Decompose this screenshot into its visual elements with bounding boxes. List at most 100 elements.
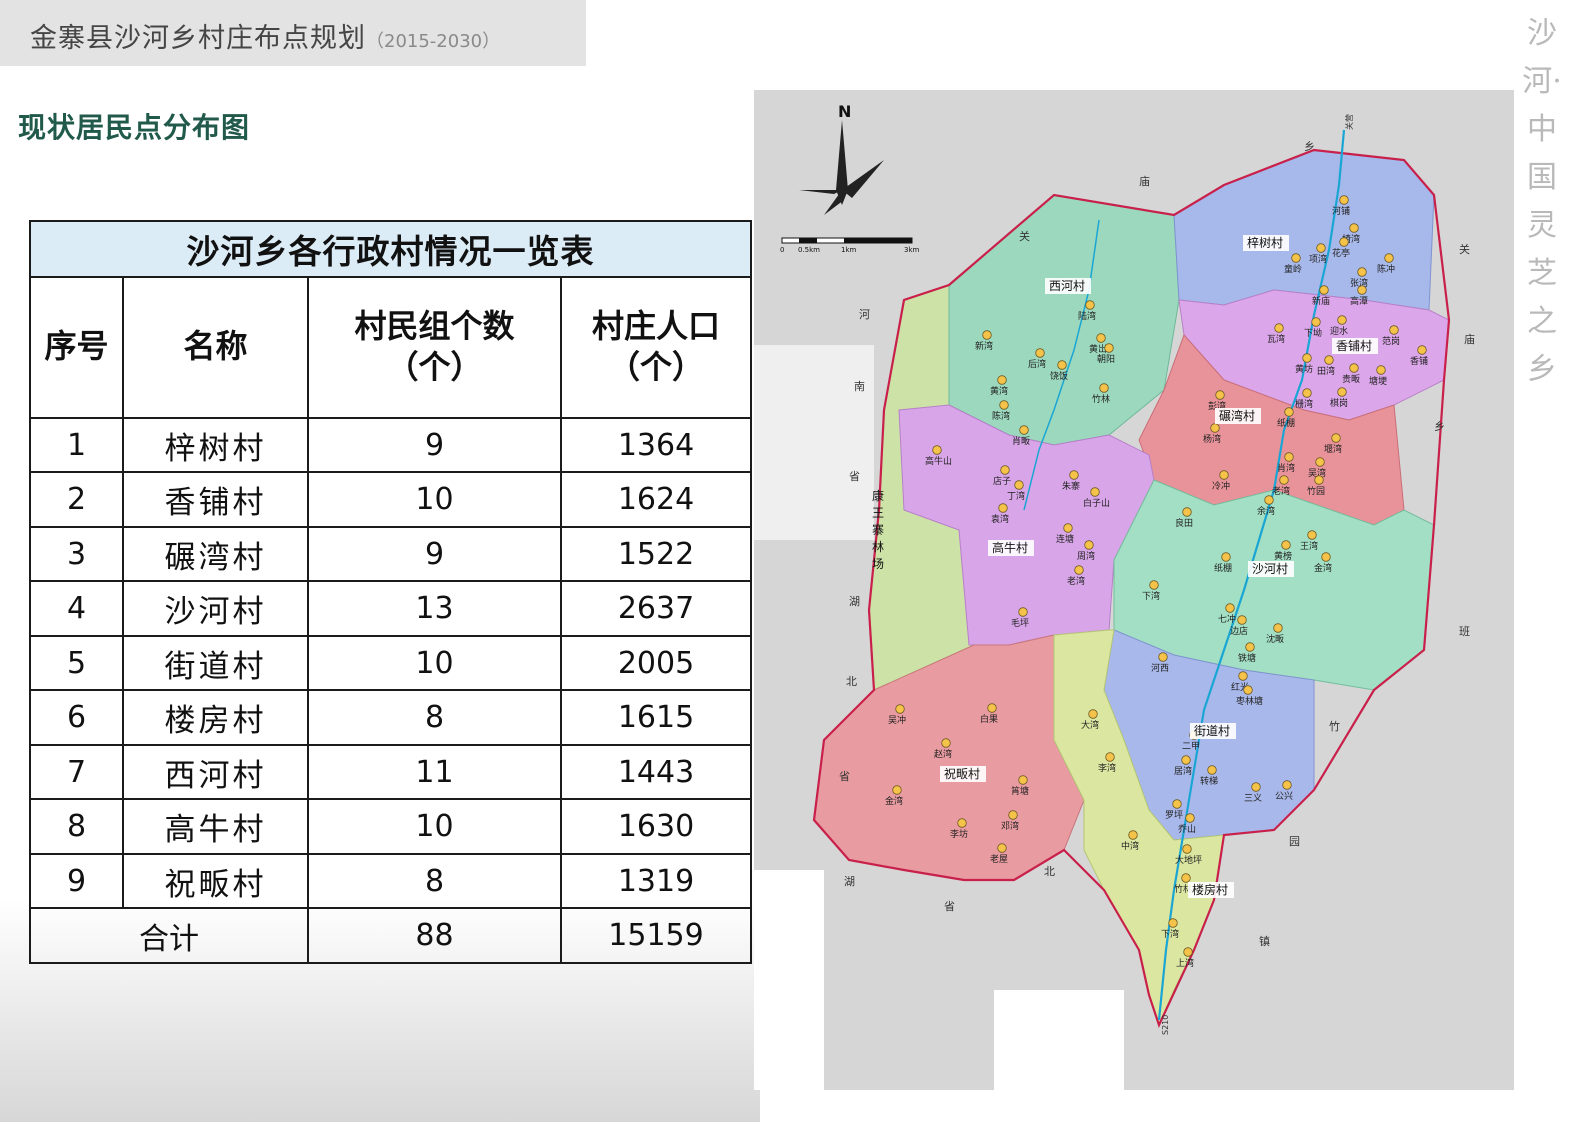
settlement-label: 良田	[1175, 517, 1193, 529]
border-label: 镇	[1259, 934, 1270, 948]
settlement-label: 朝阳	[1097, 354, 1115, 365]
settlement-label: 栅湾	[1295, 398, 1313, 410]
border-label: 北	[846, 675, 857, 688]
settlement-dot	[1085, 300, 1095, 310]
row-name: 街道村	[122, 634, 309, 692]
settlement-label: 大地坪	[1175, 854, 1202, 866]
settlement-label: 黄坊	[1295, 363, 1313, 375]
row-population: 1364	[560, 416, 752, 474]
row-name: 高牛村	[122, 798, 309, 855]
settlement-dot	[1315, 457, 1325, 467]
settlement-dot	[1035, 348, 1045, 358]
village-label[interactable]: 祝畈村	[940, 766, 986, 782]
settlement-dot	[1349, 223, 1359, 233]
settlement-dot	[1181, 755, 1191, 765]
road-label: S210	[1161, 1015, 1170, 1035]
settlement-label: 转梯	[1200, 775, 1218, 787]
settlement-label: 李坊	[950, 828, 968, 840]
row-no: 9	[29, 852, 124, 910]
settlement-label: 新庙	[1312, 295, 1330, 307]
settlement-label: 黄湾	[990, 385, 1008, 397]
row-name: 楼房村	[122, 689, 309, 746]
settlement-label: 纸棚	[1277, 417, 1295, 429]
settlement-label: 边店	[1230, 625, 1248, 637]
settlement-label: 黄榜	[1274, 550, 1292, 562]
settlement-label: 童岭	[1284, 263, 1302, 275]
border-label: 省	[944, 900, 955, 913]
row-population: 1522	[560, 525, 752, 583]
settlement-label: 棋岗	[1330, 397, 1348, 409]
settlement-label: 老屋	[990, 853, 1008, 865]
table-total-row: 合计 88 15159	[29, 907, 752, 964]
village-label[interactable]: 高牛村	[988, 540, 1034, 556]
settlement-dot	[1264, 495, 1274, 505]
settlement-label: 后湾	[1028, 358, 1046, 370]
settlement-label: 高牛山	[925, 455, 952, 467]
settlement-label: 邓湾	[1001, 820, 1019, 832]
settlement-label: 丁湾	[1007, 490, 1025, 502]
settlement-label: 居湾	[1174, 765, 1192, 777]
settlement-label: 周湾	[1077, 550, 1095, 562]
settlement-label: 连塘	[1056, 533, 1074, 545]
settlement-dot	[1090, 487, 1100, 497]
row-name: 香铺村	[122, 471, 309, 528]
settlement-dot	[1311, 317, 1321, 327]
row-name: 梓树村	[122, 416, 309, 474]
settlement-dot	[1074, 565, 1084, 575]
settlement-dot	[941, 738, 951, 748]
table-row: 4 沙河村 13 2637	[29, 580, 752, 637]
settlement-dot	[1284, 407, 1294, 417]
village-label[interactable]: 碾湾村	[1215, 408, 1261, 424]
row-no: 6	[29, 689, 124, 746]
settlement-dot	[895, 704, 905, 714]
table-header-row: 序号 名称 村民组个数 （个） 村庄人口 （个）	[29, 275, 752, 419]
settlement-dot	[1182, 507, 1192, 517]
settlement-dot	[1291, 253, 1301, 263]
settlement-dot	[1018, 775, 1028, 785]
settlement-label: 塘埂	[1369, 375, 1387, 387]
village-table: 沙河乡各行政村情况一览表 序号 名称 村民组个数 （个） 村庄人口 （个） 1 梓树村…	[29, 220, 752, 964]
village-label[interactable]: 楼房村	[1188, 882, 1234, 898]
forest-label: 康王寨林场	[872, 488, 884, 571]
village-label[interactable]: 街道村	[1190, 723, 1236, 739]
settlement-label: 肖湾	[1277, 462, 1295, 474]
table-row: 2 香铺村 10 1624	[29, 471, 752, 528]
settlement-label: 金湾	[1314, 562, 1332, 574]
settlement-label: 王湾	[1300, 540, 1318, 552]
village-label[interactable]: 香铺村	[1332, 338, 1378, 354]
settlement-map[interactable]: N 0 0.5km 1km 3km 河铺 椅湾 花亭 项湾 陈冲 童岭 新庙 高潭 张湾 瓦湾 下坳…	[754, 90, 1514, 1090]
settlement-dot	[1084, 540, 1094, 550]
settlement-dot	[1284, 452, 1294, 462]
document-title-text: 金寨县沙河乡村庄布点规划	[30, 23, 366, 54]
village-label[interactable]: 西河村	[1045, 278, 1091, 294]
header-bar: 金寨县沙河乡村庄布点规划（2015-2030）	[0, 0, 586, 66]
settlement-dot	[1104, 343, 1114, 353]
border-label: 园	[1289, 835, 1300, 848]
row-population: 1443	[560, 743, 752, 801]
table-row: 6 楼房村 8 1615	[29, 689, 752, 746]
village-label-text: 楼房村	[1192, 882, 1228, 897]
total-groups: 88	[307, 907, 562, 964]
row-population: 1630	[560, 798, 752, 855]
document-title: 金寨县沙河乡村庄布点规划（2015-2030）	[30, 16, 500, 55]
row-groups: 11	[307, 743, 562, 801]
village-label[interactable]: 沙河村	[1248, 561, 1294, 577]
settlement-label: 陈冲	[1377, 263, 1395, 275]
settlement-dot	[1339, 195, 1349, 205]
settlement-dot	[1389, 325, 1399, 335]
row-no: 7	[29, 743, 124, 801]
settlement-dot	[1019, 425, 1029, 435]
settlement-dot	[987, 703, 997, 713]
table-row: 8 高牛村 10 1630	[29, 798, 752, 855]
scale-label-2: 1km	[841, 246, 857, 254]
settlement-dot	[1321, 552, 1331, 562]
settlement-label: 竹林	[1092, 393, 1110, 405]
settlement-dot	[1149, 580, 1159, 590]
settlement-label: 公兴	[1275, 791, 1293, 802]
settlement-dot	[1417, 345, 1427, 355]
settlement-dot	[1273, 623, 1283, 633]
village-label[interactable]: 梓树村	[1243, 235, 1289, 251]
settlement-label: 店子	[993, 475, 1011, 487]
settlement-dot	[997, 843, 1007, 853]
scale-label-3: 3km	[904, 246, 920, 254]
